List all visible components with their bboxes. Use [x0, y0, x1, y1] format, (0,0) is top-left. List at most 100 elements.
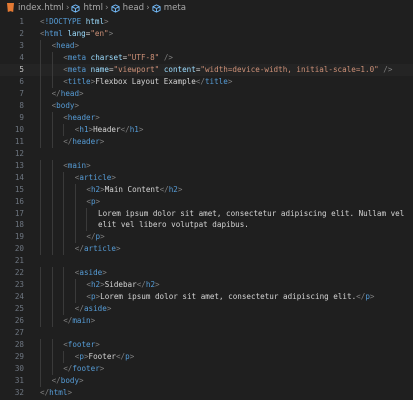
- code-token: "UTF-8": [127, 52, 160, 62]
- code-token: >: [369, 292, 375, 302]
- code-token: </: [74, 304, 84, 314]
- code-line[interactable]: 17 Lorem ipsum dolor sit amet, consectetu…: [0, 207, 413, 220]
- code-line[interactable]: 6 <title>Flexbox Layout Example</title>: [0, 75, 413, 88]
- code-token: </: [115, 352, 126, 362]
- code-token: >: [108, 28, 114, 38]
- code-line[interactable]: 19 </p>: [0, 231, 413, 244]
- code-token: body: [60, 376, 80, 386]
- code-line[interactable]: 10 <h1>Header</h1>: [0, 123, 413, 136]
- code-token: h1: [79, 124, 89, 134]
- code-token: </: [51, 88, 61, 98]
- code-line[interactable]: 20 </article>: [0, 243, 413, 256]
- code-token: aside: [83, 304, 107, 314]
- indent-guide: [40, 243, 41, 256]
- code-line[interactable]: 1 <!DOCTYPE html>: [0, 16, 413, 28]
- line-number: 19: [14, 232, 24, 242]
- code-token: h1: [129, 124, 139, 134]
- line-number: 3: [19, 40, 24, 50]
- code-token: >: [74, 40, 80, 50]
- line-number: 27: [14, 328, 24, 338]
- indent-guide: [51, 315, 53, 328]
- code-line[interactable]: 13 <main>: [0, 159, 413, 172]
- code-line[interactable]: 32 </html>: [0, 387, 413, 399]
- breadcrumb-item-html[interactable]: html: [71, 3, 103, 13]
- code-line[interactable]: 15 <h2>Main Content</h2>: [0, 183, 413, 196]
- code-editor[interactable]: 1 <!DOCTYPE html> 2 <html lang="en"> 3 <head>…: [0, 16, 413, 400]
- line-number: 20: [14, 244, 24, 254]
- code-token: article: [79, 172, 112, 182]
- indent-guide: [40, 39, 41, 52]
- code-line[interactable]: 4 <meta charset="UTF-8" />: [0, 51, 413, 64]
- code-text: <h1>Header</h1>: [24, 123, 413, 136]
- code-token: >: [138, 124, 144, 134]
- code-token: >: [74, 100, 80, 110]
- code-text: <header>: [24, 111, 413, 124]
- line-number: 22: [14, 268, 24, 278]
- code-line[interactable]: 28 <footer>: [0, 339, 413, 352]
- indent-guide: [74, 231, 76, 244]
- code-token: h2: [90, 184, 101, 194]
- code-text: <aside>: [24, 267, 413, 280]
- code-line[interactable]: 21: [0, 255, 413, 267]
- code-token: h2: [90, 280, 101, 290]
- code-line[interactable]: 25 </aside>: [0, 303, 413, 316]
- code-token: header: [72, 136, 100, 146]
- code-line[interactable]: 8 <body>: [0, 99, 413, 112]
- code-token: >: [227, 76, 233, 86]
- code-line[interactable]: 3 <head>: [0, 39, 413, 52]
- code-line[interactable]: 14 <article>: [0, 171, 413, 184]
- line-number: 11: [14, 136, 24, 146]
- line-number: 21: [14, 256, 24, 266]
- indent-guide: [63, 291, 65, 304]
- indent-guide: [40, 315, 41, 328]
- indent-guide: [51, 159, 53, 172]
- code-line[interactable]: 9 <header>: [0, 111, 413, 124]
- breadcrumb-file-label: index.html: [18, 3, 64, 13]
- code-text: <body>: [24, 99, 413, 112]
- line-number: 25: [14, 304, 24, 314]
- code-token: >: [111, 172, 116, 182]
- code-token: "en": [90, 28, 109, 38]
- code-token: Header: [93, 124, 121, 134]
- code-line[interactable]: 27: [0, 327, 413, 339]
- code-text: <!DOCTYPE html>: [24, 16, 413, 28]
- code-token: title: [67, 76, 91, 86]
- breadcrumb-item-meta[interactable]: meta: [152, 3, 186, 13]
- indent-guide: [40, 159, 41, 172]
- code-token: >: [99, 364, 105, 374]
- indent-guide: [86, 207, 88, 220]
- symbol-element-icon: [71, 3, 80, 13]
- code-line[interactable]: 24 <p>Lorem ipsum dolor sit amet, consect…: [0, 291, 413, 304]
- code-line[interactable]: 16 <p>: [0, 195, 413, 208]
- indent-guide: [63, 171, 65, 184]
- indent-guide: [51, 363, 53, 376]
- breadcrumb-item-head[interactable]: head: [111, 3, 144, 13]
- code-line[interactable]: 26 </main>: [0, 315, 413, 328]
- code-token: >: [67, 388, 73, 398]
- code-token: footer: [72, 364, 100, 374]
- code-token: </: [40, 388, 50, 398]
- code-line[interactable]: 12: [0, 148, 413, 160]
- code-line[interactable]: 11 </header>: [0, 135, 413, 148]
- indent-guide: [63, 303, 65, 316]
- code-line[interactable]: 31 </body>: [0, 375, 413, 388]
- code-line[interactable]: 23 <h2>Sidebar</h2>: [0, 279, 413, 292]
- code-token: body: [56, 100, 75, 110]
- code-line[interactable]: 29 <p>Footer</p>: [0, 351, 413, 364]
- code-token: >: [86, 160, 91, 170]
- code-line[interactable]: 2 <html lang="en">: [0, 28, 413, 40]
- code-token: >: [104, 17, 109, 26]
- indent-guide: [51, 303, 53, 316]
- code-line[interactable]: 22 <aside>: [0, 267, 413, 280]
- code-token: </: [63, 364, 73, 374]
- code-line[interactable]: 5 <meta name="viewport" content="width=de…: [0, 63, 413, 76]
- code-line[interactable]: 18 elit vel libero volutpat dapibus.: [0, 219, 413, 232]
- breadcrumb-file[interactable]: index.html: [6, 3, 64, 13]
- code-line[interactable]: 7 </head>: [0, 87, 413, 100]
- indent-guide: [51, 195, 53, 208]
- indent-guide: [40, 63, 41, 76]
- code-token: charset: [90, 52, 123, 62]
- code-line[interactable]: 30 </footer>: [0, 363, 413, 376]
- code-token: >: [100, 232, 105, 242]
- line-number: 32: [14, 388, 24, 398]
